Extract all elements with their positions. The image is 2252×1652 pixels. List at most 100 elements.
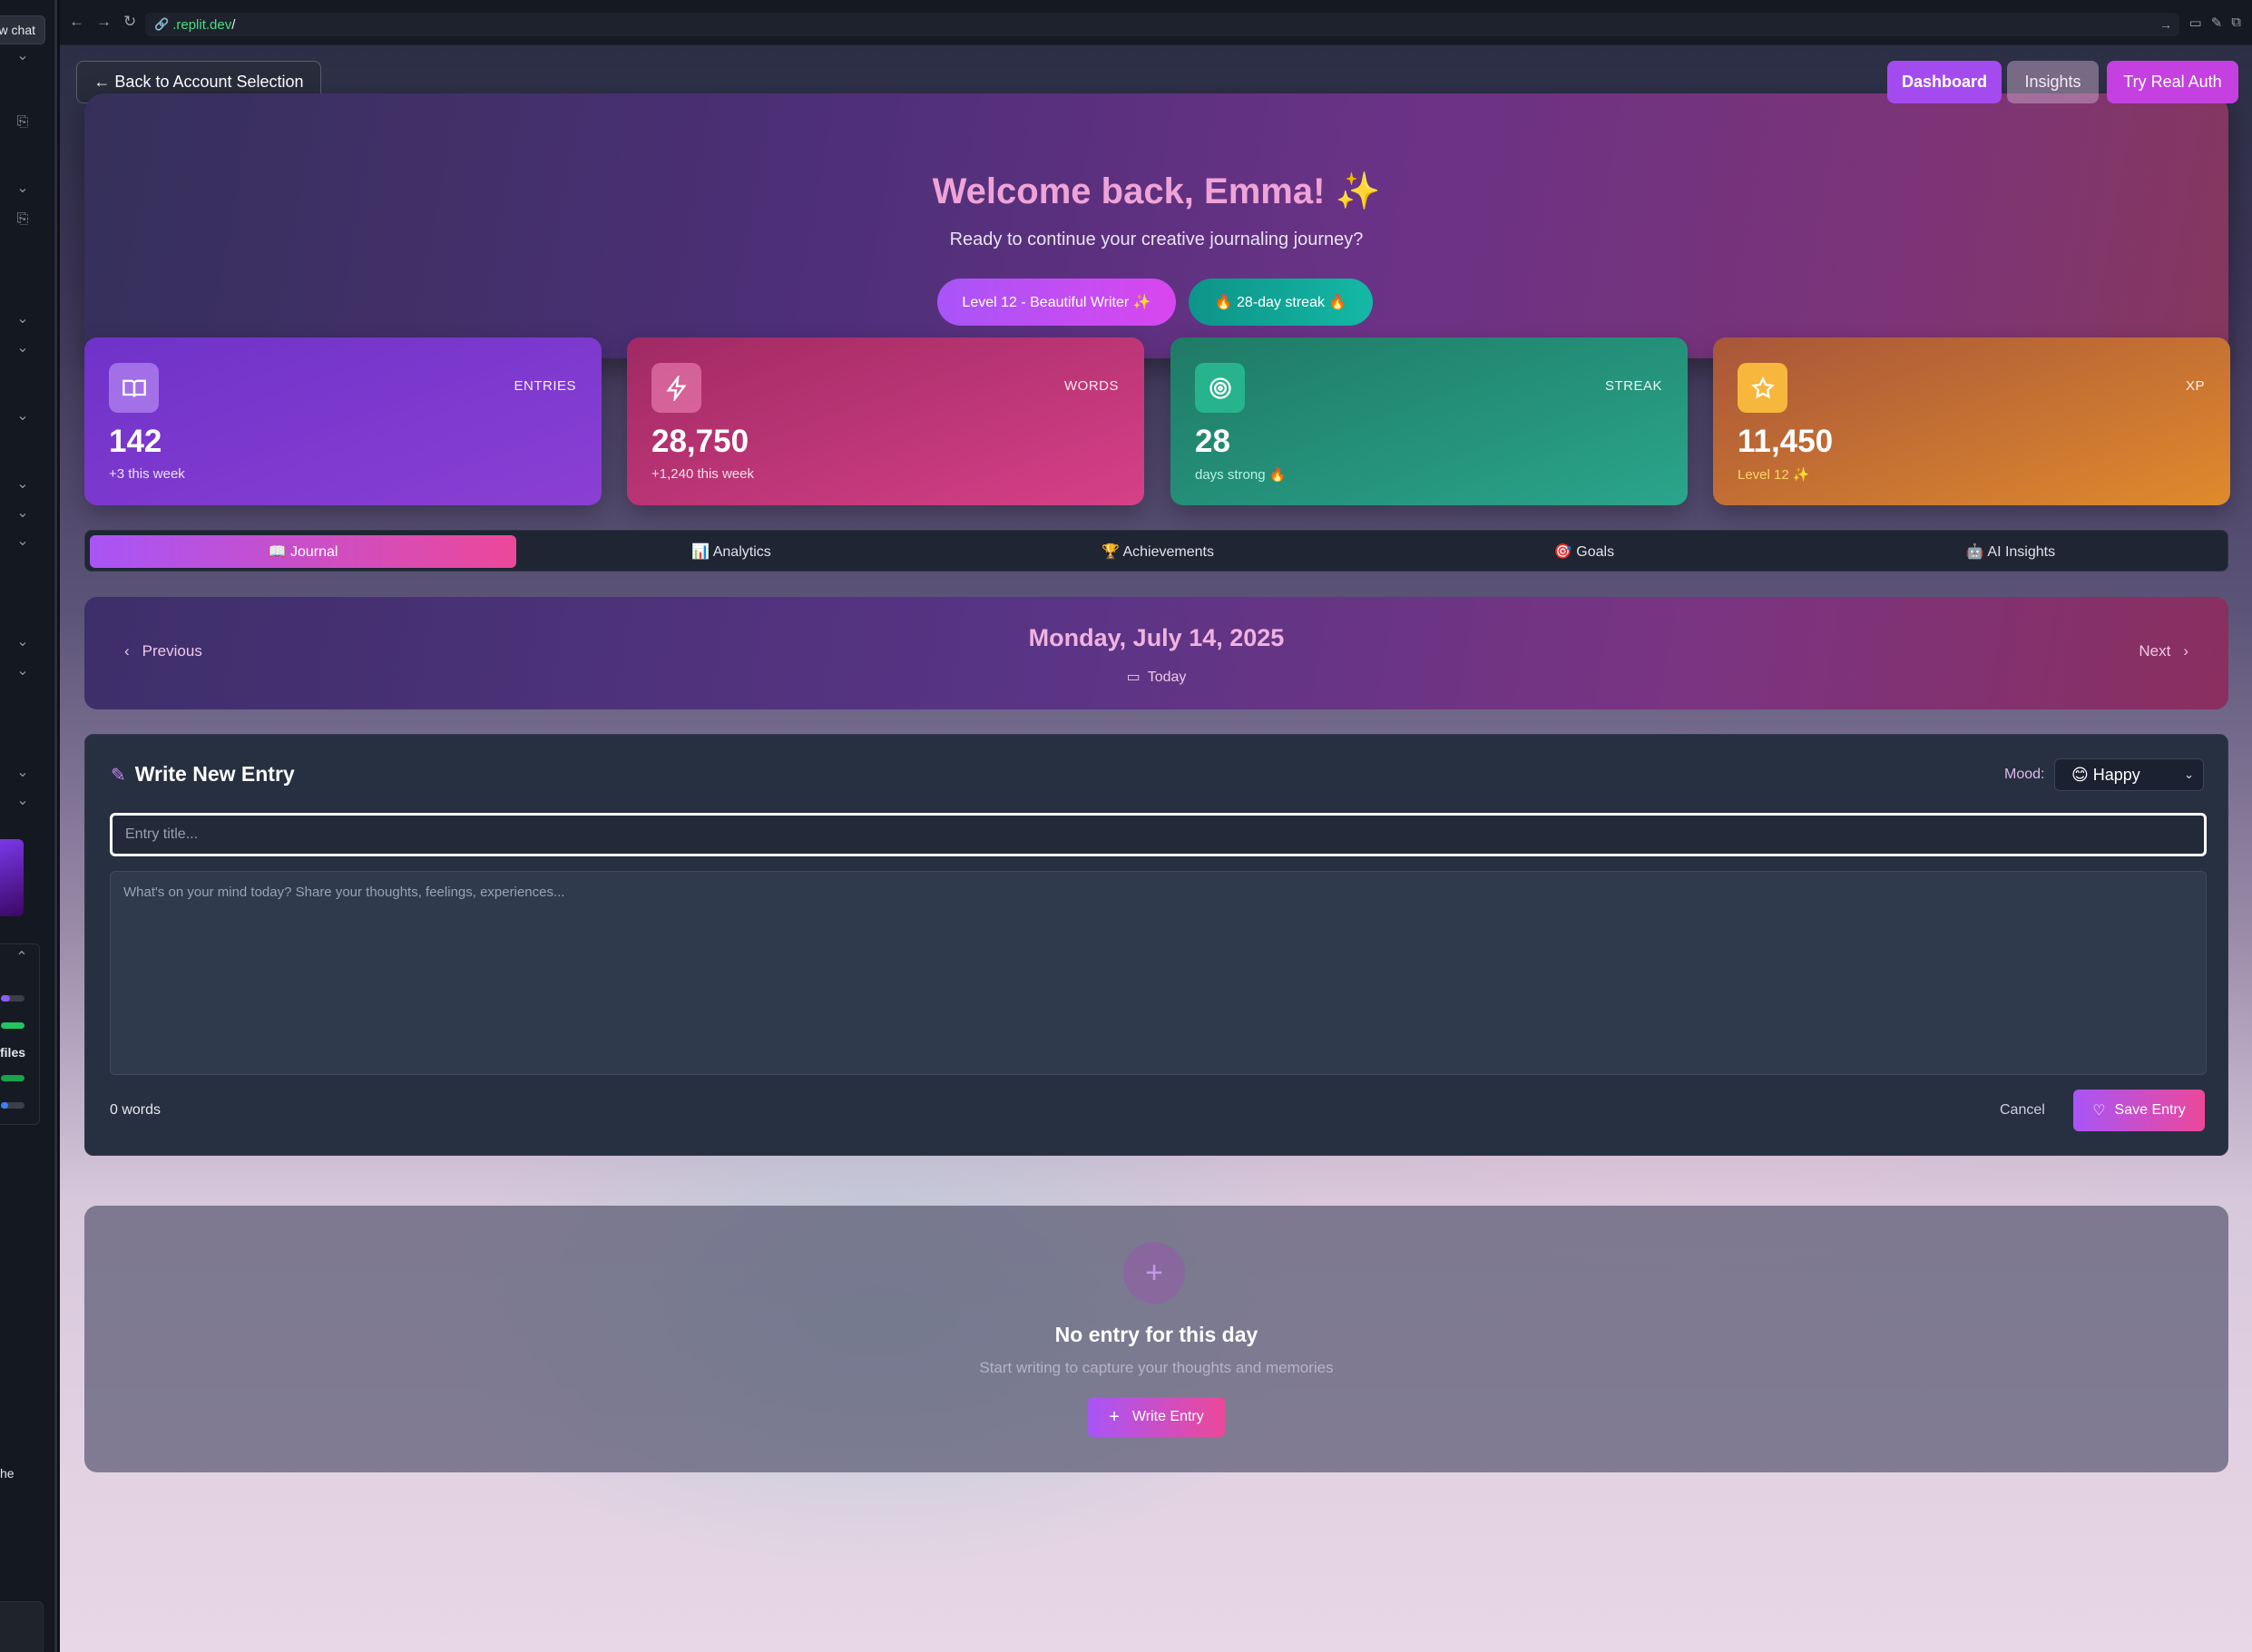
stat-card-words: WORDS 28,750 +1,240 this week xyxy=(627,337,1144,505)
stat-sub: days strong 🔥 xyxy=(1195,467,1287,483)
entry-body-textarea[interactable] xyxy=(110,871,2207,1075)
reload-icon[interactable]: ↻ xyxy=(123,13,136,31)
chevron-down-icon[interactable]: ⌄ xyxy=(15,504,31,521)
url-bar[interactable]: 🔗 .replit.dev / → xyxy=(145,13,2179,36)
stat-card-entries: ENTRIES 142 +3 this week xyxy=(84,337,602,505)
open-external-icon[interactable]: ⧉ xyxy=(2231,15,2241,31)
tab-goals[interactable]: 🎯 Goals xyxy=(1371,535,1797,568)
ide-sidebar: w chat ⌄ ⎘ ⌄ ⎘ ⌄ ⌄ ⌄ ⌄ ⌄ ⌄ ⌄ ⌄ ⌄ ⌄ ⌃ fil… xyxy=(0,0,57,1652)
mood-select[interactable]: 😊 Happy ⌄ xyxy=(2054,758,2204,791)
chevron-down-icon: ⌄ xyxy=(2184,767,2194,781)
book-icon xyxy=(109,363,159,413)
welcome-hero: Welcome back, Emma! ✨ Ready to continue … xyxy=(84,93,2228,358)
save-entry-label: Save Entry xyxy=(2114,1102,2186,1118)
date-navigator: ‹ Previous Monday, July 14, 2025 ▭ Today N… xyxy=(84,597,2228,709)
plus-icon: + xyxy=(1123,1242,1185,1304)
empty-title: No entry for this day xyxy=(1054,1323,1258,1346)
stat-card-streak: STREAK 28 days strong 🔥 xyxy=(1170,337,1688,505)
new-entry-panel: ✎ Write New Entry Mood: 😊 Happy ⌄ 0 words… xyxy=(84,734,2228,1156)
usage-bar-fill xyxy=(1,995,10,1002)
tab-analytics[interactable]: 📊 Analytics xyxy=(518,535,945,568)
chevron-down-icon[interactable]: ⌄ xyxy=(15,310,31,327)
new-chat-button[interactable]: w chat xyxy=(0,15,45,44)
devtools-icon[interactable]: ✎ xyxy=(2211,15,2223,31)
entry-heading: ✎ Write New Entry xyxy=(111,762,295,787)
chevron-down-icon[interactable]: ⌄ xyxy=(15,180,31,196)
lightning-icon xyxy=(651,363,701,413)
truncated-text: he xyxy=(0,1466,15,1481)
write-entry-label: Write Entry xyxy=(1131,1409,1204,1424)
forward-arrow-icon[interactable]: → xyxy=(96,13,112,31)
plus-icon: + xyxy=(1109,1406,1120,1427)
stat-value: 28 xyxy=(1195,424,1230,459)
word-count: 0 words xyxy=(110,1102,162,1118)
star-icon xyxy=(1738,363,1787,413)
chevron-down-icon[interactable]: ⌄ xyxy=(15,764,31,780)
write-entry-button[interactable]: + Write Entry xyxy=(1088,1397,1225,1437)
mood-label: Mood: xyxy=(2004,767,2045,782)
chevron-down-icon[interactable]: ⌄ xyxy=(15,533,31,549)
chevron-down-icon[interactable]: ⌄ xyxy=(15,407,31,424)
streak-badge: 🔥 28-day streak 🔥 xyxy=(1189,279,1373,326)
attachment-icon[interactable]: ⎘ xyxy=(15,211,31,228)
target-icon xyxy=(1195,363,1245,413)
entry-heading-text: Write New Entry xyxy=(134,762,295,786)
resource-panel: ⌃ xyxy=(0,943,40,1125)
browser-toolbar: ← → ↻ 🔗 .replit.dev / → ▭ ✎ ⧉ xyxy=(60,0,2252,45)
next-day-button[interactable]: Next › xyxy=(2139,642,2188,660)
chevron-down-icon[interactable]: ⌄ xyxy=(15,47,31,64)
insights-button[interactable]: Insights xyxy=(2007,61,2099,103)
tab-achievements[interactable]: 🏆 Achievements xyxy=(945,535,1371,568)
usage-bar-fill xyxy=(1,1022,24,1029)
welcome-title: Welcome back, Emma! ✨ xyxy=(932,171,1381,211)
mood-value: 😊 Happy xyxy=(2071,765,2140,784)
entry-title-input[interactable] xyxy=(110,813,2207,856)
browser-actions: ▭ ✎ ⧉ xyxy=(2189,15,2241,31)
stat-label: STREAK xyxy=(1604,378,1662,394)
chevron-down-icon[interactable]: ⌄ xyxy=(15,339,31,356)
stat-card-xp: XP 11,450 Level 12 ✨ xyxy=(1713,337,2230,505)
stat-value: 28,750 xyxy=(651,424,749,459)
stat-sub: Level 12 ✨ xyxy=(1738,467,1810,483)
stat-label: WORDS xyxy=(1064,378,1119,394)
tab-journal[interactable]: 📖 Journal xyxy=(90,535,516,568)
back-arrow-icon[interactable]: ← xyxy=(69,13,84,31)
chevron-down-icon[interactable]: ⌄ xyxy=(15,662,31,679)
empty-subtitle: Start writing to capture your thoughts a… xyxy=(979,1359,1334,1376)
stat-value: 11,450 xyxy=(1738,424,1834,459)
sidebar-bottom-panel[interactable] xyxy=(0,1601,44,1652)
url-host: .replit.dev xyxy=(172,16,232,33)
chevron-down-icon[interactable]: ⌄ xyxy=(15,792,31,808)
empty-day-panel: + No entry for this day Start writing to… xyxy=(84,1206,2228,1472)
current-date: Monday, July 14, 2025 xyxy=(1028,624,1285,651)
stat-label: XP xyxy=(2185,378,2205,394)
attachment-icon[interactable]: ⎘ xyxy=(15,114,31,131)
pencil-icon: ✎ xyxy=(111,766,126,786)
today-button[interactable]: ▭ Today xyxy=(84,668,2228,686)
usage-bar-fill xyxy=(1,1102,8,1109)
main-tabs: 📖 Journal 📊 Analytics 🏆 Achievements 🎯 G… xyxy=(84,530,2228,572)
try-real-auth-button[interactable]: Try Real Auth xyxy=(2107,61,2238,103)
files-label: files xyxy=(0,1045,26,1060)
stat-sub: +1,240 this week xyxy=(651,466,754,482)
dashboard-button[interactable]: Dashboard xyxy=(1887,61,2002,103)
stat-sub: +3 this week xyxy=(109,466,185,482)
device-icon[interactable]: ▭ xyxy=(2189,15,2202,31)
tab-ai-insights[interactable]: 🤖 AI Insights xyxy=(1797,535,2224,568)
preview-thumbnail[interactable] xyxy=(0,839,24,916)
url-path: / xyxy=(231,16,236,33)
chevron-right-icon: › xyxy=(2183,642,2188,660)
link-icon: 🔗 xyxy=(154,17,170,31)
welcome-subtitle: Ready to continue your creative journali… xyxy=(949,230,1364,249)
stat-value: 142 xyxy=(109,424,162,459)
chevron-down-icon[interactable]: ⌄ xyxy=(15,475,31,492)
chevron-up-icon[interactable]: ⌃ xyxy=(14,949,30,965)
chevron-down-icon[interactable]: ⌄ xyxy=(15,633,31,650)
app-viewport: ← Back to Account Selection Welcome back… xyxy=(60,45,2252,1652)
level-badge: Level 12 - Beautiful Writer ✨ xyxy=(937,279,1176,326)
stat-label: ENTRIES xyxy=(514,378,576,394)
calendar-icon: ▭ xyxy=(1126,670,1141,685)
cancel-button[interactable]: Cancel xyxy=(2000,1102,2045,1119)
save-entry-button[interactable]: ♡ Save Entry xyxy=(2073,1090,2205,1131)
go-arrow-icon[interactable]: → xyxy=(2159,17,2172,32)
